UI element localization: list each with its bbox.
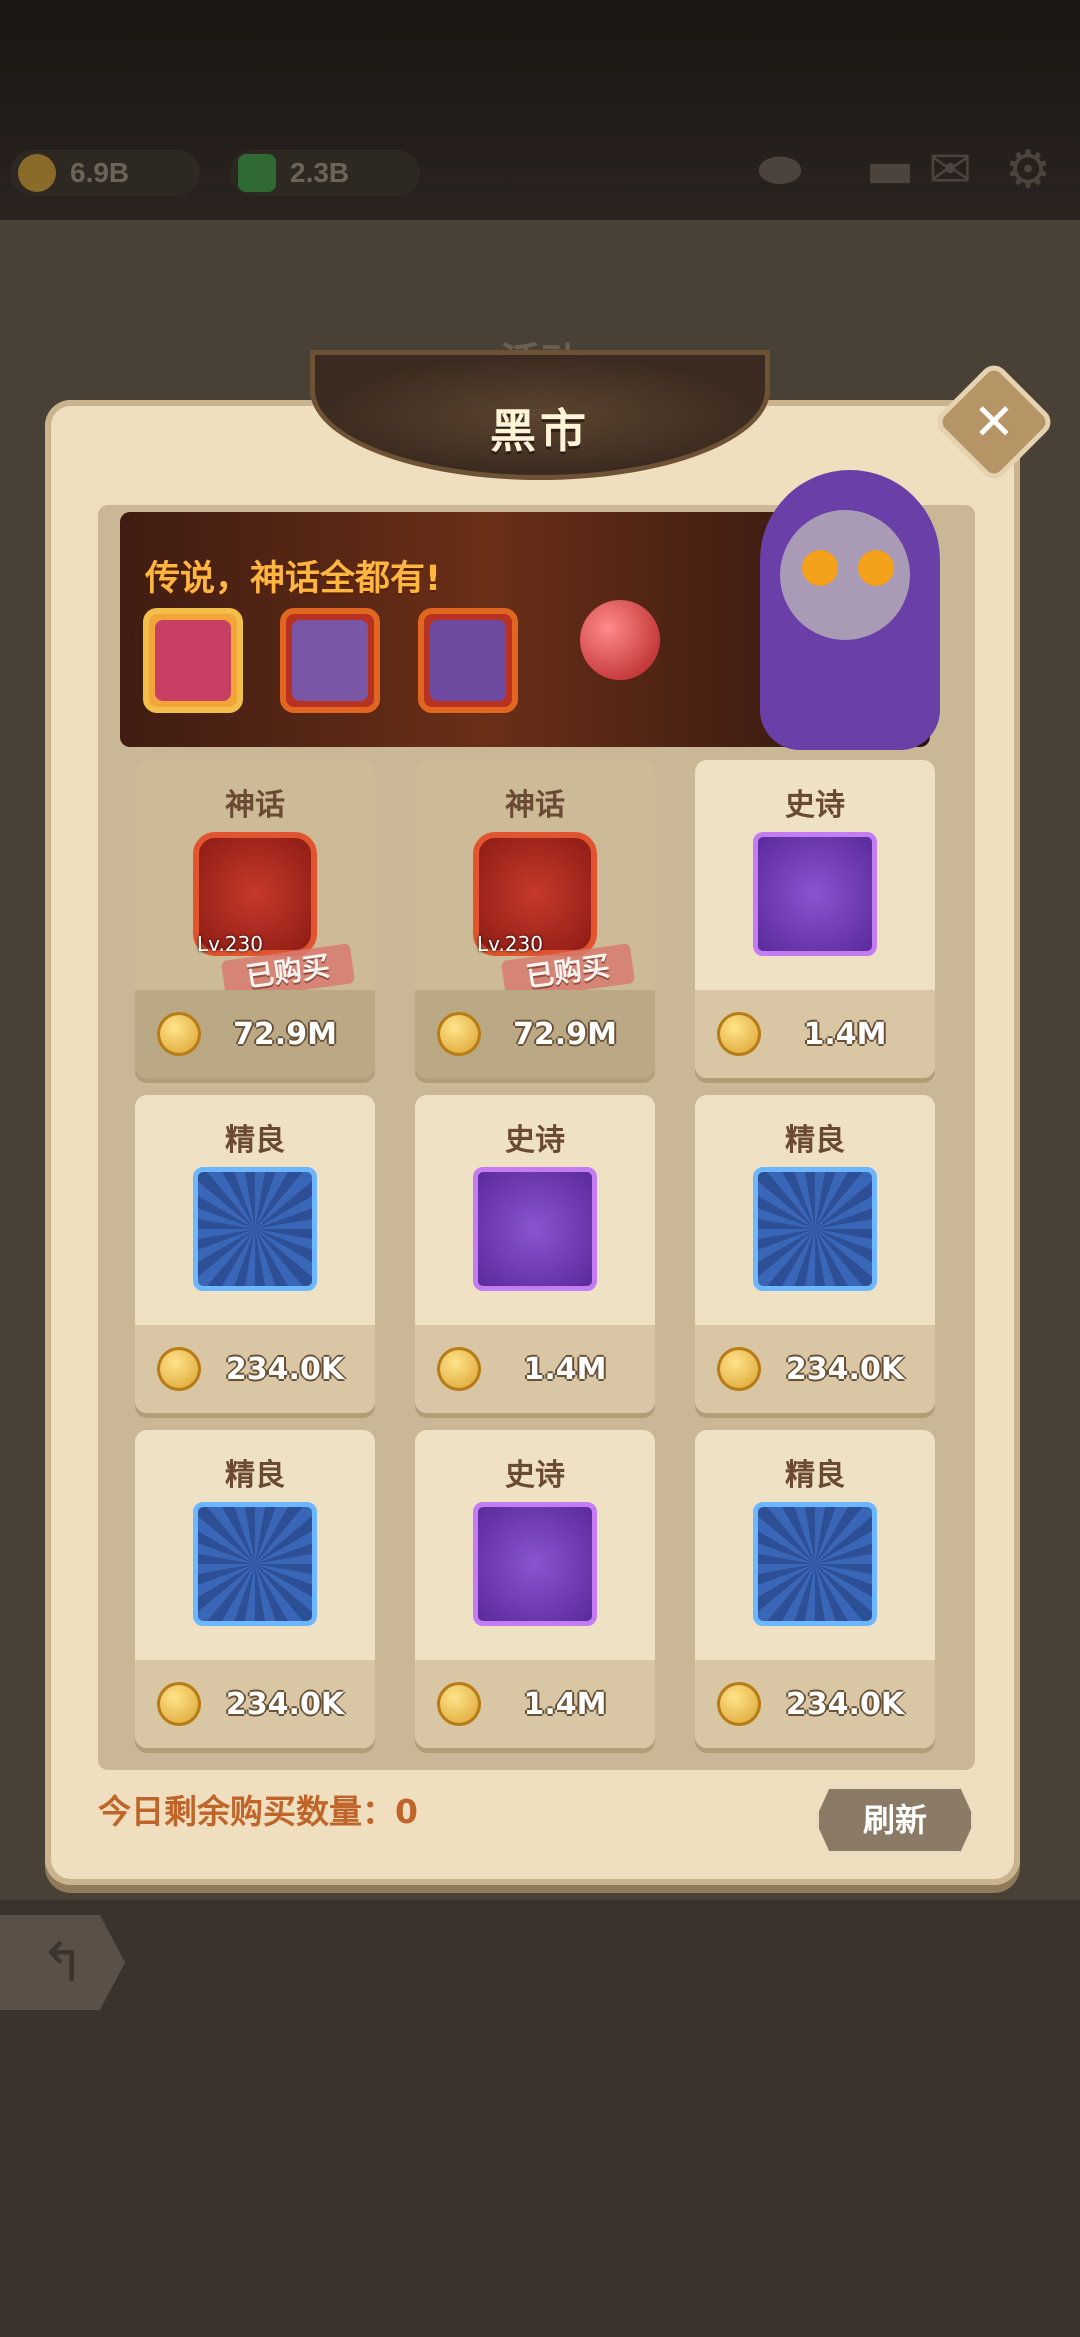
rarity-label: 史诗 [505,1458,565,1493]
rarity-label: 史诗 [785,788,845,823]
cloak-icon [193,1167,317,1291]
merchant-character [740,470,950,760]
glove-icon [753,1167,877,1291]
shop-item-card[interactable]: 精良 234.0K [695,1095,935,1413]
coin-icon [157,1012,201,1056]
coin-icon [157,1682,201,1726]
item-price: 72.9M [233,1017,337,1052]
background-bottom [0,1900,1080,2337]
refresh-label[interactable]: 刷新 [815,1785,975,1855]
gold-coin-icon [18,154,56,192]
item-price: 72.9M [513,1017,617,1052]
shop-item-card[interactable]: 神话 Lv.230 已购买 72.9M [135,760,375,1078]
gold-counter: 6.9B [10,150,200,196]
orb-staff-icon [580,600,660,680]
remaining-purchases: 今日剩余购买数量：0 [98,1792,418,1831]
coin-icon [157,1347,201,1391]
rarity-label: 精良 [225,1123,285,1158]
rarity-label: 精良 [785,1458,845,1493]
gold-amount: 6.9B [70,157,130,188]
shop-item-card[interactable]: 史诗 1.4M [695,760,935,1078]
staff-icon [473,1502,597,1626]
helmet-icon [473,1167,597,1291]
sandal-icon [193,1502,317,1626]
mythic-axe-icon [280,608,380,713]
item-price: 234.0K [225,1352,345,1387]
coin-icon [437,1347,481,1391]
gem-counter: 2.3B [230,150,420,196]
rarity-label: 精良 [225,1458,285,1493]
item-price: 1.4M [523,1352,607,1387]
armor-icon [753,1502,877,1626]
close-icon[interactable]: ✕ [950,378,1038,466]
gauntlet-icon [753,832,877,956]
shop-item-card[interactable]: 史诗 1.4M [415,1430,655,1748]
item-price: 234.0K [785,1352,905,1387]
gem-amount: 2.3B [290,157,350,188]
back-button[interactable]: ↰ [0,1915,125,2010]
mail-icon[interactable]: ✉ [920,140,980,200]
item-price: 1.4M [523,1687,607,1722]
shop-item-card[interactable]: 精良 234.0K [135,1095,375,1413]
gear-icon[interactable]: ⚙ [998,140,1058,200]
rarity-label: 神话 [505,788,565,823]
item-price: 234.0K [225,1687,345,1722]
coin-icon [717,1012,761,1056]
item-price: 1.4M [803,1017,887,1052]
coin-icon [717,1682,761,1726]
item-price: 234.0K [785,1687,905,1722]
rarity-label: 精良 [785,1123,845,1158]
banner-headline: 传说，神话全都有! [145,559,441,599]
page-title: 黑市 [490,404,590,458]
rarity-label: 神话 [225,788,285,823]
coin-icon [717,1347,761,1391]
gem-icon [238,154,276,192]
mythic-armor-icon [418,608,518,713]
coin-icon [437,1682,481,1726]
rarity-label: 史诗 [505,1123,565,1158]
chat-icon[interactable]: ▬ [860,140,920,200]
shop-item-card[interactable]: 史诗 1.4M [415,1095,655,1413]
legend-scepter-icon [143,608,243,713]
coin-icon [437,1012,481,1056]
shop-item-card[interactable]: 精良 234.0K [135,1430,375,1748]
pot-icon[interactable]: ⬬ [750,140,810,200]
item-level: Lv.230 [197,932,263,956]
item-level: Lv.230 [477,932,543,956]
shop-item-card[interactable]: 神话 Lv.230 已购买 72.9M [415,760,655,1078]
shop-item-card[interactable]: 精良 234.0K [695,1430,935,1748]
